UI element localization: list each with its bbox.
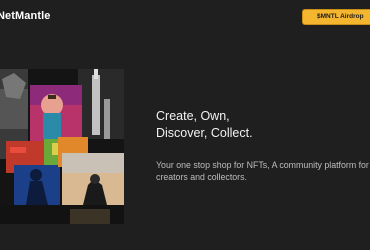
collage-artwork	[0, 69, 124, 224]
hero-headline: Create, Own, Discover, Collect.	[156, 108, 370, 142]
page: NetMantle $MNTL Airdrop Create, Own, Dis…	[0, 0, 370, 250]
hero-subtext: Your one stop shop for NFTs, A community…	[156, 160, 369, 182]
site-logo[interactable]: NetMantle	[0, 10, 50, 22]
airdrop-button[interactable]: $MNTL Airdrop	[302, 9, 370, 25]
headline-line-2: Discover, Collect.	[156, 126, 253, 140]
headline-line-1: Create, Own,	[156, 109, 230, 123]
nft-collage-image	[0, 69, 124, 224]
top-navbar: NetMantle $MNTL Airdrop	[0, 0, 370, 36]
